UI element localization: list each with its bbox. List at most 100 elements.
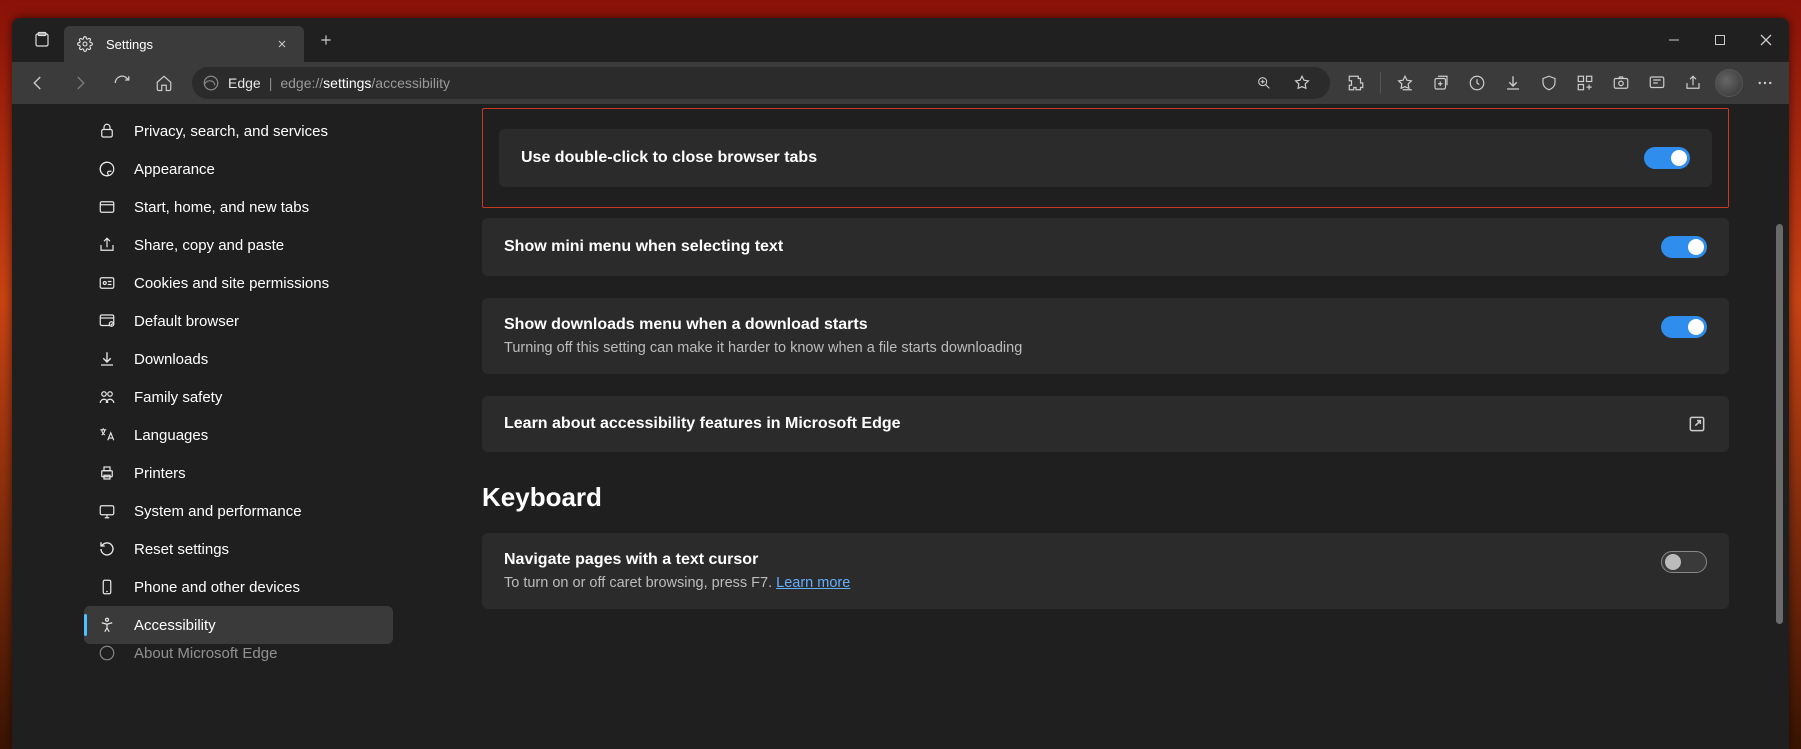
accessibility-icon bbox=[96, 616, 118, 634]
sidebar-item-downloads[interactable]: Downloads bbox=[84, 340, 393, 378]
learn-more-link[interactable]: Learn more bbox=[776, 575, 850, 591]
address-bar[interactable]: Edge | edge://settings/accessibility bbox=[192, 67, 1330, 99]
scrollbar-thumb[interactable] bbox=[1776, 224, 1783, 624]
performance-icon[interactable] bbox=[1639, 65, 1675, 101]
home-button[interactable] bbox=[144, 65, 184, 101]
setting-subtitle: Turning off this setting can make it har… bbox=[504, 340, 1661, 356]
sidebar-item-label: System and performance bbox=[134, 503, 302, 520]
settings-sidebar: Privacy, search, and services Appearance… bbox=[12, 104, 422, 749]
edge-icon bbox=[202, 74, 220, 92]
setting-downloads-menu: Show downloads menu when a download star… bbox=[482, 298, 1729, 374]
sidebar-item-accessibility[interactable]: Accessibility bbox=[84, 606, 393, 644]
avatar bbox=[1715, 69, 1743, 97]
sidebar-item-phone[interactable]: Phone and other devices bbox=[84, 568, 393, 606]
web-capture-icon[interactable] bbox=[1603, 65, 1639, 101]
caret-sub-text: To turn on or off caret browsing, press … bbox=[504, 575, 776, 591]
sidebar-item-languages[interactable]: Languages bbox=[84, 416, 393, 454]
profile-button[interactable] bbox=[1711, 65, 1747, 101]
setting-title: Learn about accessibility features in Mi… bbox=[504, 415, 1687, 433]
close-tab-button[interactable] bbox=[270, 32, 294, 56]
sidebar-item-label: Appearance bbox=[134, 161, 215, 178]
favorite-icon[interactable] bbox=[1284, 65, 1320, 101]
close-window-button[interactable] bbox=[1743, 18, 1789, 62]
download-icon bbox=[96, 350, 118, 368]
system-icon bbox=[96, 502, 118, 520]
zoom-icon[interactable] bbox=[1246, 65, 1282, 101]
cookies-icon bbox=[96, 274, 118, 292]
toggle-mini-menu[interactable] bbox=[1661, 236, 1707, 258]
appearance-icon bbox=[96, 160, 118, 178]
sidebar-item-label: Start, home, and new tabs bbox=[134, 199, 309, 216]
sidebar-item-cookies[interactable]: Cookies and site permissions bbox=[84, 264, 393, 302]
maximize-button[interactable] bbox=[1697, 18, 1743, 62]
address-brand: Edge bbox=[228, 75, 261, 91]
toggle-downloads-menu[interactable] bbox=[1661, 316, 1707, 338]
sidebar-item-reset[interactable]: Reset settings bbox=[84, 530, 393, 568]
toggle-double-click-close[interactable] bbox=[1644, 147, 1690, 169]
sidebar-item-label: Phone and other devices bbox=[134, 579, 300, 596]
history-icon[interactable] bbox=[1459, 65, 1495, 101]
minimize-button[interactable] bbox=[1651, 18, 1697, 62]
phone-icon bbox=[96, 578, 118, 596]
toolbar: Edge | edge://settings/accessibility bbox=[12, 62, 1789, 104]
sidebar-item-appearance[interactable]: Appearance bbox=[84, 150, 393, 188]
sidebar-item-share[interactable]: Share, copy and paste bbox=[84, 226, 393, 264]
collections-icon[interactable] bbox=[1423, 65, 1459, 101]
gear-icon bbox=[74, 36, 96, 52]
sidebar-item-label: About Microsoft Edge bbox=[134, 645, 277, 662]
reset-icon bbox=[96, 540, 118, 558]
setting-caret-browsing: Navigate pages with a text cursor To tur… bbox=[482, 533, 1729, 609]
address-separator: | bbox=[269, 75, 273, 91]
sidebar-item-label: Default browser bbox=[134, 313, 239, 330]
tab-actions-button[interactable] bbox=[20, 18, 64, 62]
sidebar-item-family[interactable]: Family safety bbox=[84, 378, 393, 416]
toggle-caret-browsing[interactable] bbox=[1661, 551, 1707, 573]
family-icon bbox=[96, 388, 118, 406]
address-url: edge://settings/accessibility bbox=[280, 75, 450, 91]
lock-icon bbox=[96, 122, 118, 140]
setting-title: Show downloads menu when a download star… bbox=[504, 316, 1661, 334]
setting-double-click-close: Use double-click to close browser tabs bbox=[499, 129, 1712, 187]
back-button[interactable] bbox=[18, 65, 58, 101]
tab-title: Settings bbox=[106, 37, 260, 52]
sidebar-item-default-browser[interactable]: Default browser bbox=[84, 302, 393, 340]
printer-icon bbox=[96, 464, 118, 482]
downloads-icon[interactable] bbox=[1495, 65, 1531, 101]
sidebar-item-label: Share, copy and paste bbox=[134, 237, 284, 254]
sidebar-item-label: Cookies and site permissions bbox=[134, 275, 329, 292]
sidebar-item-start[interactable]: Start, home, and new tabs bbox=[84, 188, 393, 226]
setting-title: Navigate pages with a text cursor bbox=[504, 551, 1661, 569]
sidebar-item-label: Languages bbox=[134, 427, 208, 444]
setting-mini-menu: Show mini menu when selecting text bbox=[482, 218, 1729, 276]
share-icon bbox=[96, 236, 118, 254]
highlighted-setting: Use double-click to close browser tabs bbox=[482, 108, 1729, 208]
external-link-icon bbox=[1687, 414, 1707, 434]
share-icon[interactable] bbox=[1675, 65, 1711, 101]
more-icon[interactable] bbox=[1747, 65, 1783, 101]
apps-icon[interactable] bbox=[1567, 65, 1603, 101]
sidebar-item-label: Printers bbox=[134, 465, 186, 482]
setting-title: Show mini menu when selecting text bbox=[504, 238, 1661, 256]
sidebar-item-printers[interactable]: Printers bbox=[84, 454, 393, 492]
toolbar-divider bbox=[1380, 72, 1381, 94]
titlebar: Settings bbox=[12, 18, 1789, 62]
new-tab-button[interactable] bbox=[310, 24, 342, 56]
setting-learn-accessibility[interactable]: Learn about accessibility features in Mi… bbox=[482, 396, 1729, 452]
sidebar-item-system[interactable]: System and performance bbox=[84, 492, 393, 530]
forward-button[interactable] bbox=[60, 65, 100, 101]
setting-subtitle: To turn on or off caret browsing, press … bbox=[504, 575, 1661, 591]
languages-icon bbox=[96, 426, 118, 444]
setting-title: Use double-click to close browser tabs bbox=[521, 149, 1644, 167]
sidebar-item-label: Privacy, search, and services bbox=[134, 123, 328, 140]
about-icon bbox=[96, 644, 118, 662]
tracking-prevention-icon[interactable] bbox=[1531, 65, 1567, 101]
browser-tab[interactable]: Settings bbox=[64, 26, 304, 62]
refresh-button[interactable] bbox=[102, 65, 142, 101]
scrollbar[interactable] bbox=[1776, 104, 1783, 749]
sidebar-item-label: Reset settings bbox=[134, 541, 229, 558]
sidebar-item-about[interactable]: About Microsoft Edge bbox=[84, 644, 393, 662]
sidebar-item-privacy[interactable]: Privacy, search, and services bbox=[84, 112, 393, 150]
extensions-icon[interactable] bbox=[1338, 65, 1374, 101]
browser-icon bbox=[96, 312, 118, 330]
favorites-icon[interactable] bbox=[1387, 65, 1423, 101]
